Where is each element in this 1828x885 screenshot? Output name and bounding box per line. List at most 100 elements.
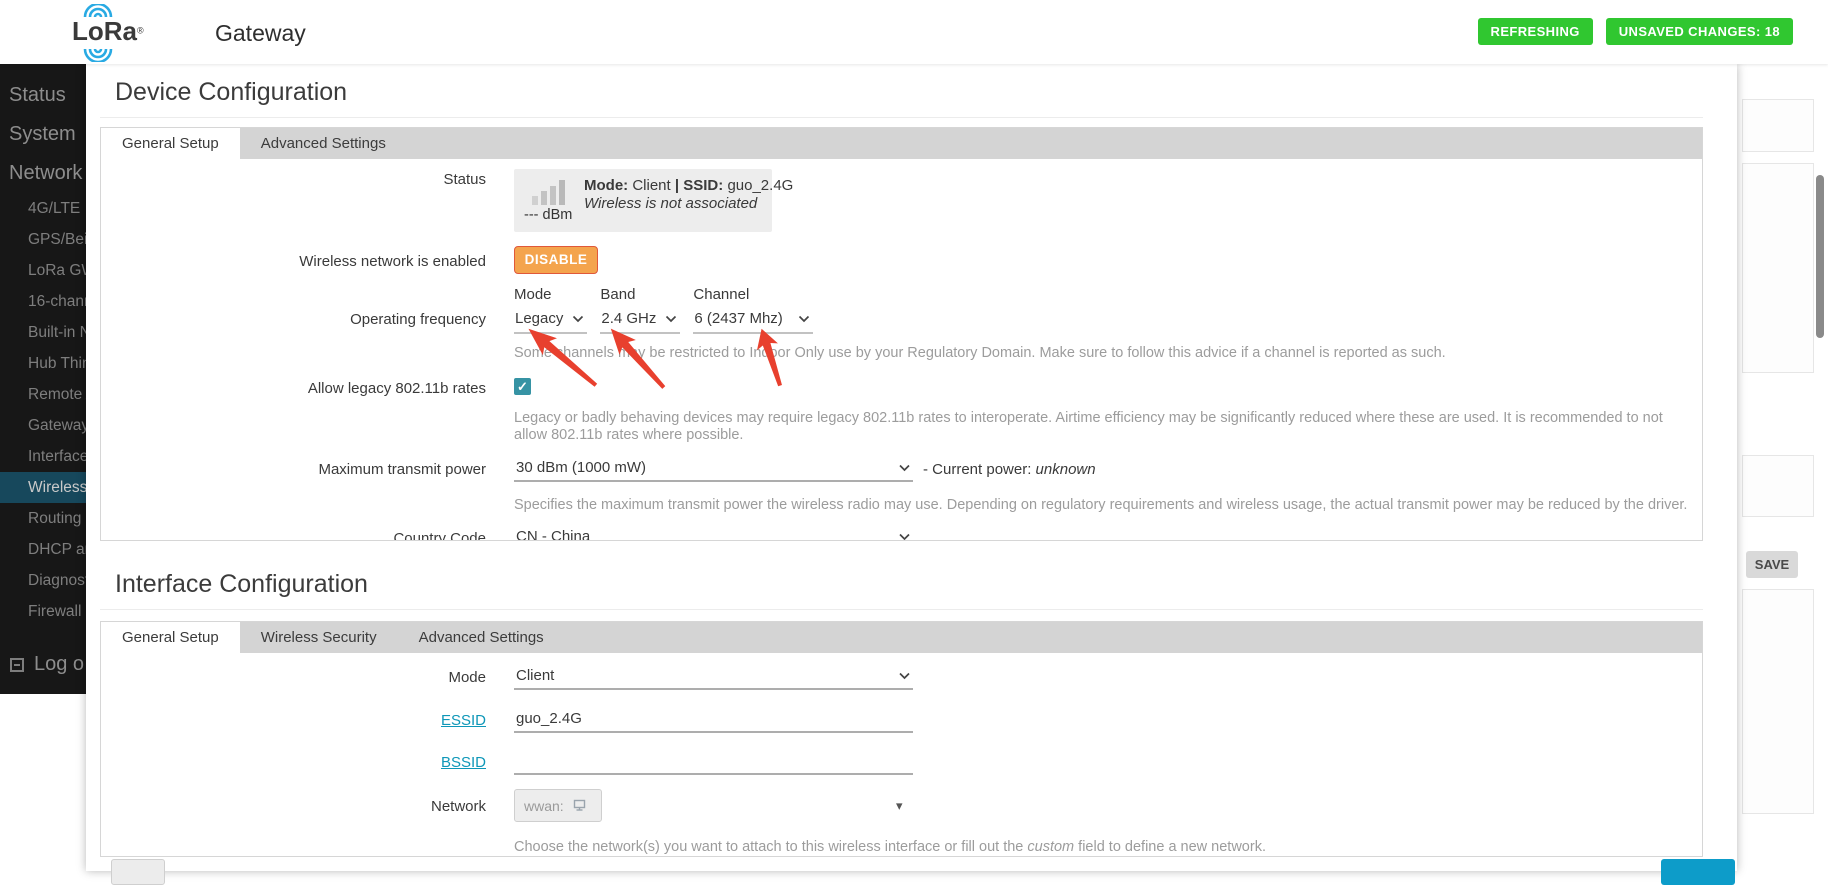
divider (100, 609, 1703, 610)
status-association: Wireless is not associated (584, 195, 757, 212)
lora-logo: LoRa® (72, 14, 142, 54)
legacy-rates-label: Allow legacy 802.11b rates (101, 378, 486, 397)
freq-band-value: 2.4 GHz (601, 310, 656, 327)
country-code-select[interactable]: CN - China (514, 528, 913, 541)
transmit-power-value: 30 dBm (1000 mW) (516, 459, 646, 476)
operating-frequency-row: Operating frequency Mode Legacy Band 2.4… (101, 286, 1702, 362)
country-code-row: Country Code CN - China (101, 528, 1702, 541)
essid-link[interactable]: ESSID (441, 712, 486, 729)
background-panel (1742, 589, 1814, 814)
bssid-input[interactable] (514, 752, 913, 775)
save-button[interactable]: SAVE (1746, 551, 1798, 578)
scrollbar-thumb[interactable] (1816, 175, 1824, 338)
chevron-down-icon (898, 533, 911, 541)
interface-configuration-section: General Setup Wireless Security Advanced… (100, 621, 1703, 857)
page-title: Gateway (215, 20, 306, 47)
logout-label: Log o (34, 653, 84, 676)
disable-button[interactable]: DISABLE (514, 246, 598, 274)
status-mode-label: Mode: (584, 177, 628, 194)
lora-logo-arcs-bottom (80, 47, 118, 62)
device-configuration-title: Device Configuration (115, 78, 347, 107)
status-label: Status (101, 169, 486, 188)
interface-mode-select[interactable]: Client (514, 667, 913, 690)
bottom-left-partial-button[interactable] (111, 859, 165, 885)
divider (100, 117, 1703, 118)
top-bar: LoRa® Gateway REFRESHING UNSAVED CHANGES… (0, 0, 1828, 64)
header-buttons: REFRESHING UNSAVED CHANGES: 18 (1478, 18, 1793, 45)
background-panel (1742, 455, 1814, 517)
transmit-power-help-row: Specifies the maximum transmit power the… (101, 497, 1702, 514)
wireless-status-box: --- dBm Mode: Client | SSID: guo_2.4G Wi… (514, 169, 772, 232)
legacy-rates-help-row: Legacy or badly behaving devices may req… (101, 410, 1702, 444)
network-dropdown-caret[interactable]: ▾ (896, 798, 903, 814)
logo-text: LoRa (72, 16, 137, 46)
tab-wireless-security[interactable]: Wireless Security (240, 622, 398, 653)
status-mode-value: Client (632, 177, 670, 194)
lora-logo-arcs-top (80, 4, 118, 19)
chevron-down-icon (665, 315, 677, 323)
current-power-prefix: - Current power: (923, 461, 1031, 478)
interface-configuration-title: Interface Configuration (115, 570, 368, 599)
network-help-suffix: field to define a new network. (1074, 839, 1266, 855)
main-panel: Device Configuration General Setup Advan… (86, 64, 1737, 871)
status-ssid-label: SSID: (683, 177, 723, 194)
logout-icon (10, 658, 24, 672)
background-panel (1742, 163, 1814, 373)
network-help-row: Choose the network(s) you want to attach… (101, 839, 1702, 856)
transmit-power-help-text: Specifies the maximum transmit power the… (514, 497, 1687, 514)
transmit-power-label: Maximum transmit power (101, 459, 486, 478)
legacy-rates-checkbox[interactable]: ✓ (514, 378, 531, 395)
unsaved-changes-button[interactable]: UNSAVED CHANGES: 18 (1606, 18, 1793, 45)
legacy-rates-row: Allow legacy 802.11b rates ✓ (101, 378, 1702, 397)
tab-general-setup[interactable]: General Setup (101, 128, 240, 159)
device-configuration-section: General Setup Advanced Settings Status -… (100, 127, 1703, 541)
tab-advanced-settings[interactable]: Advanced Settings (398, 622, 565, 653)
freq-band-header: Band (600, 286, 680, 303)
network-interface-icon (572, 799, 587, 812)
interface-mode-row: Mode Client (101, 667, 1702, 690)
bottom-right-partial-save-button[interactable] (1661, 859, 1735, 885)
chevron-down-icon (898, 464, 911, 472)
country-code-value: CN - China (516, 528, 590, 541)
signal-dbm: --- dBm (524, 207, 584, 223)
bssid-link[interactable]: BSSID (441, 754, 486, 771)
tab-general-setup[interactable]: General Setup (101, 622, 240, 653)
essid-row: ESSID (101, 710, 1702, 733)
chevron-down-icon (898, 672, 911, 680)
network-row: Network wwan: ▾ (101, 789, 1702, 822)
status-separator: | (675, 177, 679, 194)
transmit-power-row: Maximum transmit power 30 dBm (1000 mW) … (101, 459, 1702, 482)
signal-strength-icon (532, 177, 584, 205)
chevron-down-icon (572, 315, 584, 323)
current-power-value: unknown (1036, 461, 1096, 478)
transmit-power-select[interactable]: 30 dBm (1000 mW) (514, 459, 913, 482)
network-help-custom: custom (1027, 839, 1074, 855)
network-label: Network (101, 789, 486, 815)
freq-channel-header: Channel (693, 286, 812, 303)
interface-config-tabbar: General Setup Wireless Security Advanced… (101, 622, 1702, 653)
status-row: Status --- dBm Mode: Client | SSID: guo_… (101, 169, 1702, 232)
current-power-text: - Current power: unknown (923, 461, 1096, 482)
background-panel (1742, 99, 1814, 152)
network-help-text: Choose the network(s) you want to attach… (514, 839, 1266, 856)
interface-mode-label: Mode (101, 667, 486, 686)
essid-input[interactable] (514, 710, 913, 733)
status-text: Mode: Client | SSID: guo_2.4G Wireless i… (584, 174, 793, 227)
legacy-rates-help-text: Legacy or badly behaving devices may req… (514, 410, 1679, 444)
network-wwan-chip[interactable]: wwan: (514, 789, 602, 822)
status-ssid-value: guo_2.4G (727, 177, 793, 194)
operating-frequency-label: Operating frequency (101, 286, 486, 328)
bssid-row: BSSID (101, 752, 1702, 775)
tab-advanced-settings[interactable]: Advanced Settings (240, 128, 407, 159)
logo-registered-mark: ® (137, 26, 144, 36)
network-help-prefix: Choose the network(s) you want to attach… (514, 839, 1027, 855)
country-code-label: Country Code (101, 528, 486, 541)
wireless-enabled-label: Wireless network is enabled (101, 246, 486, 270)
device-config-tabbar: General Setup Advanced Settings (101, 128, 1702, 159)
wireless-enabled-row: Wireless network is enabled DISABLE (101, 246, 1702, 274)
interface-mode-value: Client (516, 667, 554, 684)
refreshing-button[interactable]: REFRESHING (1478, 18, 1593, 45)
network-chip-text: wwan: (524, 798, 564, 814)
chevron-down-icon (798, 315, 810, 323)
freq-mode-header: Mode (514, 286, 587, 303)
